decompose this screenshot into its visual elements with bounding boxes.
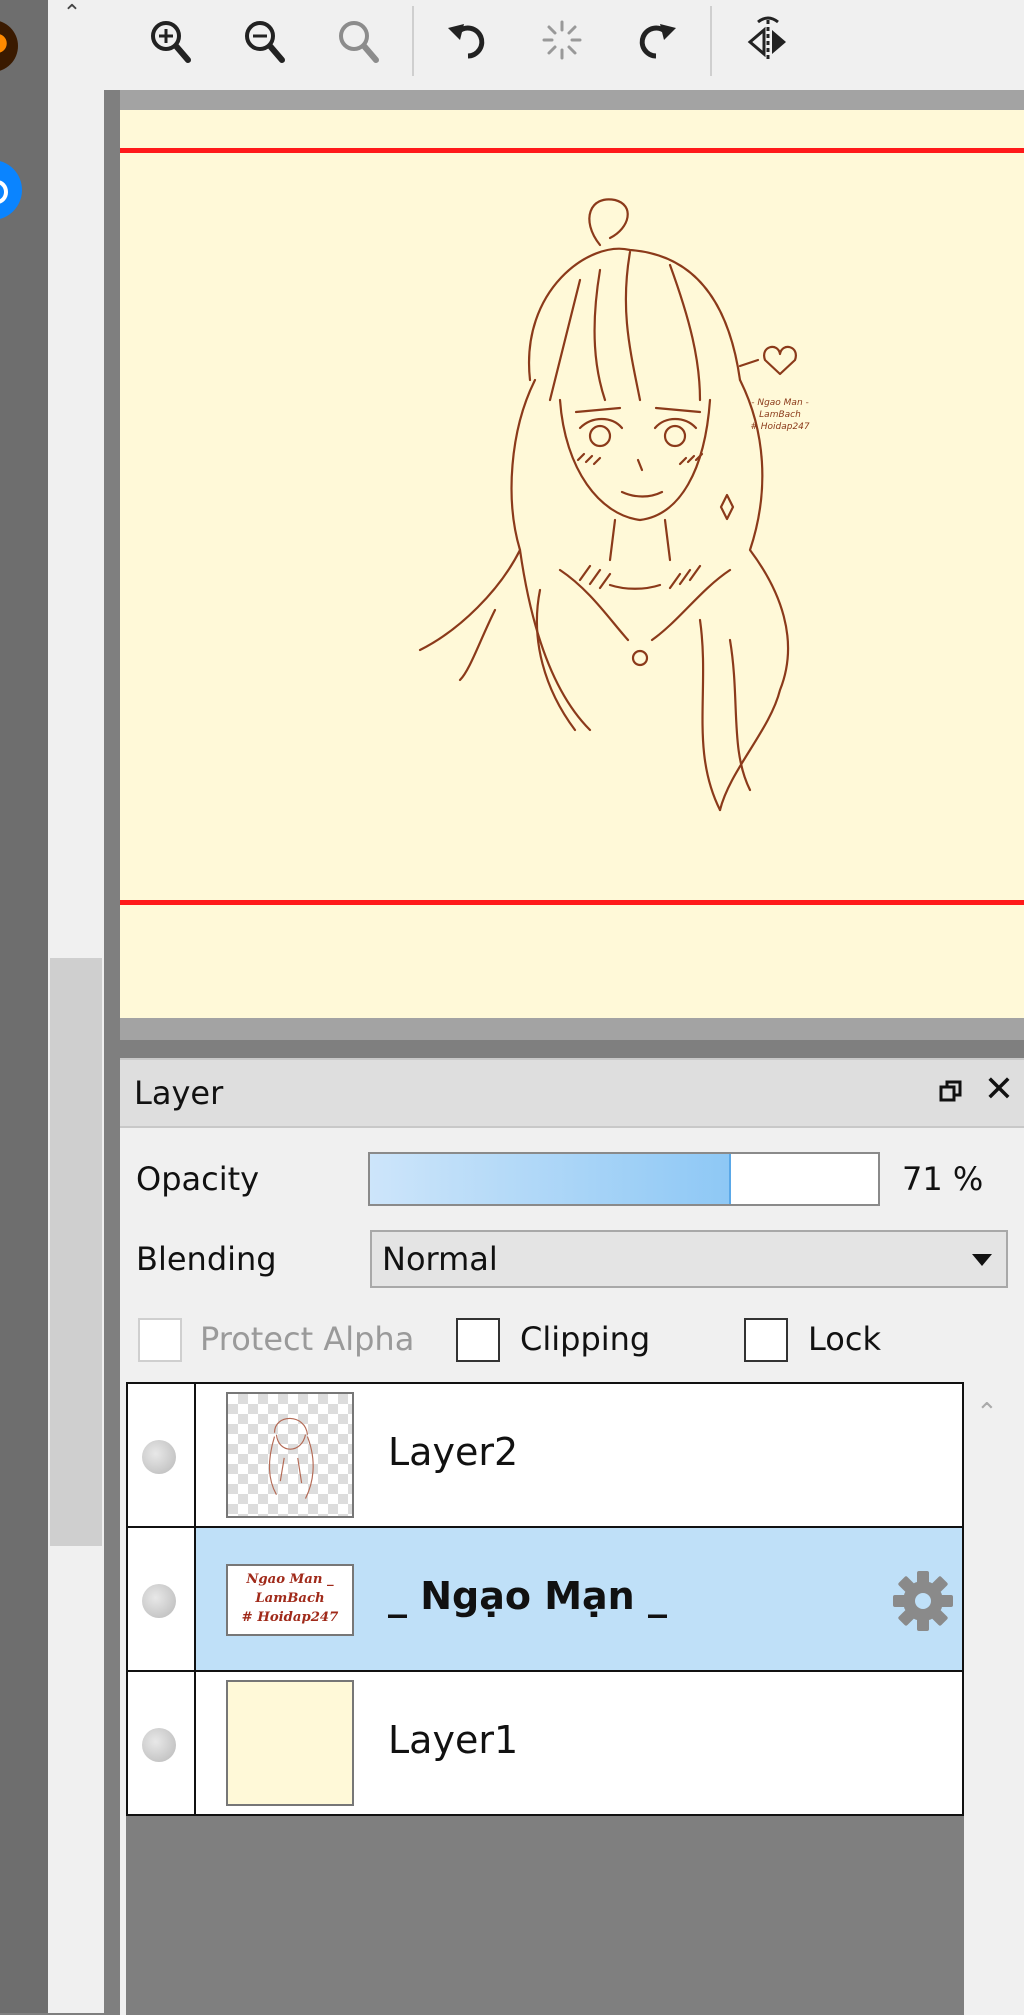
app-icon[interactable] [0, 20, 18, 72]
layer-row-main[interactable]: Layer1 [196, 1672, 962, 1814]
visibility-toggle[interactable] [128, 1672, 196, 1814]
drawing-canvas[interactable]: - Ngao Man - LamBach # Hoidap247 [120, 110, 1024, 1018]
guide-line-bottom [120, 900, 1024, 905]
lock-checkbox[interactable] [744, 1318, 788, 1362]
layer-panel-titlebar[interactable]: Layer ✕ [120, 1060, 1024, 1128]
signature-thumbnail: Ngao Man _ LamBach # Hoidap247 [242, 1572, 339, 1625]
left-strip [0, 0, 48, 2013]
rotate-right-icon[interactable] [628, 10, 684, 72]
layer-row-main[interactable]: Layer2 [196, 1384, 962, 1526]
layer-name: _ Ngạo Mạn _ [388, 1574, 667, 1618]
svg-text:Ngao Man _: Ngao Man _ [245, 1572, 334, 1587]
rotate-left-icon[interactable] [440, 10, 496, 72]
visibility-dot-icon [142, 1728, 176, 1762]
zoom-reset-icon[interactable] [330, 10, 386, 72]
side-scrollbar[interactable]: ⌃ [48, 0, 104, 2013]
close-icon[interactable]: ✕ [984, 1072, 1014, 1108]
layer-row[interactable]: Layer1 [126, 1670, 964, 1816]
clipping-label: Clipping [520, 1320, 651, 1358]
layer-list: Layer2 Ngao Man _ LamBach # Hoidap247 _ Ng… [126, 1382, 964, 2015]
messenger-icon[interactable] [0, 160, 22, 220]
visibility-dot-icon [142, 1440, 176, 1474]
layer-row-selected[interactable]: Ngao Man _ LamBach # Hoidap247 _ Ngạo Mạn … [126, 1526, 964, 1672]
scroll-up-arrow-icon[interactable]: ⌃ [60, 2, 84, 26]
character-line-art: - Ngao Man - LamBach # Hoidap247 [418, 198, 810, 812]
guide-line-top [120, 148, 1024, 153]
layer-thumbnail: Ngao Man _ LamBach # Hoidap247 [226, 1564, 354, 1636]
zoom-out-icon[interactable] [236, 10, 292, 72]
scroll-thumb[interactable] [50, 958, 102, 1546]
opacity-value: 71 % [902, 1160, 984, 1198]
toolbar-separator [710, 6, 712, 76]
layer-thumbnail [226, 1392, 354, 1518]
svg-text:# Hoidap247: # Hoidap247 [750, 422, 810, 432]
toolbar-separator [412, 6, 414, 76]
view-toolbar [104, 0, 1024, 90]
svg-text:LamBach: LamBach [254, 1591, 324, 1606]
visibility-dot-icon [142, 1584, 176, 1618]
blending-value: Normal [382, 1240, 498, 1278]
protect-alpha-checkbox[interactable] [138, 1318, 182, 1362]
flip-horizontal-icon[interactable] [740, 10, 796, 72]
opacity-slider[interactable] [368, 1152, 880, 1206]
opacity-fill [370, 1154, 731, 1204]
svg-text:LamBach: LamBach [759, 410, 801, 420]
layer-name: Layer1 [388, 1718, 519, 1762]
rotate-reset-icon[interactable] [534, 10, 590, 72]
clipping-checkbox[interactable] [456, 1318, 500, 1362]
gear-icon[interactable] [890, 1568, 956, 1634]
svg-text:- Ngao Man -: - Ngao Man - [751, 398, 809, 408]
layer-panel: Layer ✕ Opacity 71 % Blending Normal Pro… [120, 1058, 1024, 2015]
layer-name: Layer2 [388, 1430, 519, 1474]
opacity-label: Opacity [136, 1160, 260, 1198]
layer-row[interactable]: Layer2 [126, 1382, 964, 1528]
visibility-toggle[interactable] [128, 1384, 196, 1526]
restore-window-icon[interactable] [938, 1078, 964, 1104]
lock-label: Lock [808, 1320, 881, 1358]
zoom-in-icon[interactable] [142, 10, 198, 72]
layer-row-main[interactable]: Ngao Man _ LamBach # Hoidap247 _ Ngạo Mạn … [196, 1528, 962, 1670]
layer-thumbnail [226, 1680, 354, 1806]
dropdown-arrow-icon [972, 1254, 992, 1266]
list-scroll-up-icon[interactable]: ⌃ [976, 1398, 998, 1428]
svg-text:# Hoidap247: # Hoidap247 [242, 1610, 339, 1625]
visibility-toggle[interactable] [128, 1528, 196, 1670]
protect-alpha-label: Protect Alpha [200, 1320, 415, 1358]
panel-title: Layer [134, 1074, 224, 1112]
blending-select[interactable]: Normal [370, 1230, 1008, 1288]
blending-label: Blending [136, 1240, 277, 1278]
